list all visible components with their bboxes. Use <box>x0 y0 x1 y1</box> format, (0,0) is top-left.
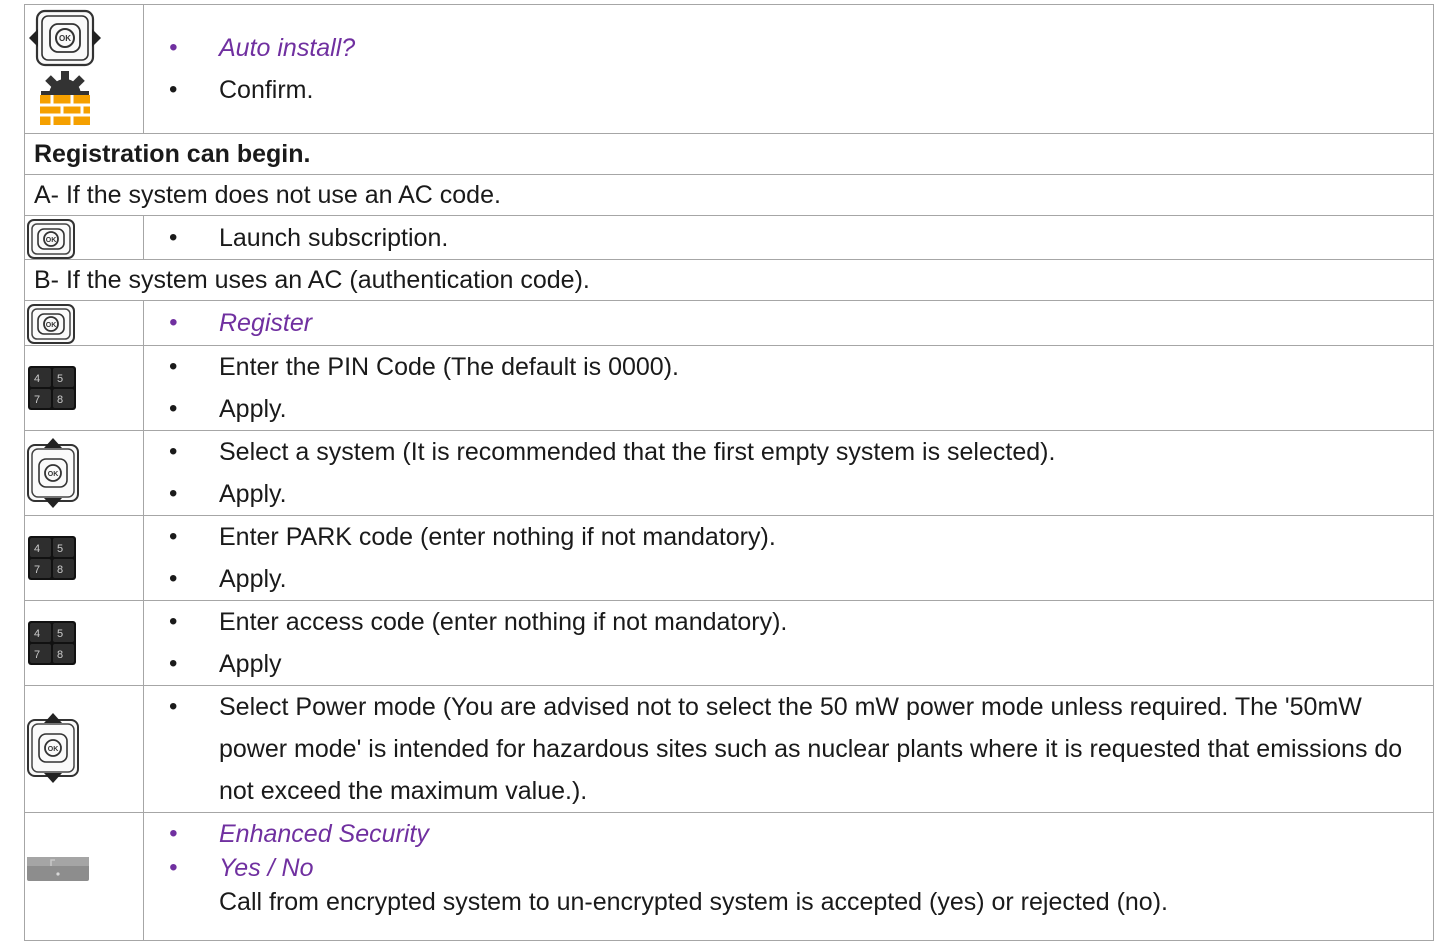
row-access: 4 5 7 8 Enter access code (enter nothing… <box>24 600 1434 686</box>
svg-text:4: 4 <box>34 543 40 555</box>
row-auto-install: OK • Auto install? • Confirm. <box>24 4 1434 134</box>
text-cell: Enter the PIN Code (The default is 0000)… <box>143 345 1434 431</box>
enter-access-step: Enter access code (enter nothing if not … <box>144 601 1433 643</box>
auto-install-option: Auto install? <box>144 27 1433 69</box>
svg-text:OK: OK <box>48 746 59 753</box>
keypad-icon: 4 5 7 8 <box>28 366 76 410</box>
row-select-system: OK Select a system (It is recommended th… <box>24 430 1434 516</box>
select-system-step: Select a system (It is recommended that … <box>144 431 1433 473</box>
svg-text:8: 8 <box>57 394 63 406</box>
apply-step: Apply. <box>144 473 1433 515</box>
apply-step: Apply <box>144 643 1433 685</box>
svg-text:5: 5 <box>57 628 63 640</box>
row-security: Enhanced Security Yes / No Call from enc… <box>24 812 1434 941</box>
ok-left-right-icon: OK <box>29 9 101 125</box>
row-register: OK Register <box>24 300 1434 346</box>
row-power: OK Select Power mode (You are advised no… <box>24 685 1434 813</box>
keypad-icon: 4 5 7 8 <box>28 621 76 665</box>
row-park: 4 5 7 8 Enter PARK code (enter nothing i… <box>24 515 1434 601</box>
svg-text:7: 7 <box>34 649 40 661</box>
security-note: Call from encrypted system to un-encrypt… <box>219 888 1168 916</box>
icon-cell: 4 5 7 8 <box>24 600 144 686</box>
keypad-icon: 4 5 7 8 <box>28 536 76 580</box>
icon-cell: OK <box>24 4 144 134</box>
svg-text:4: 4 <box>34 628 40 640</box>
text-cell: Auto install? Confirm. <box>143 4 1434 134</box>
ok-up-down-icon: OK <box>27 713 79 783</box>
ok-key-icon: OK <box>27 219 75 259</box>
confirm-step: Confirm. <box>144 69 1433 111</box>
case-a-text: A- If the system does not use an AC code… <box>24 174 1434 216</box>
text-cell: Register <box>143 300 1434 346</box>
enhanced-security-option: Enhanced Security <box>144 817 1433 851</box>
icon-cell: OK <box>24 685 144 813</box>
row-launch: OK Launch subscription. <box>24 215 1434 260</box>
registration-begin-heading: Registration can begin. <box>24 133 1434 175</box>
text-cell: Enter access code (enter nothing if not … <box>143 600 1434 686</box>
svg-text:7: 7 <box>34 394 40 406</box>
text-cell: Select a system (It is recommended that … <box>143 430 1434 516</box>
text-cell: Enter PARK code (enter nothing if not ma… <box>143 515 1434 601</box>
svg-text:7: 7 <box>34 564 40 576</box>
svg-text:8: 8 <box>57 564 63 576</box>
enter-pin-step: Enter the PIN Code (The default is 0000)… <box>144 346 1433 388</box>
ok-key-icon: OK <box>27 304 75 344</box>
icon-cell <box>24 812 144 941</box>
launch-subscription-step: Launch subscription. <box>144 217 1433 259</box>
svg-text:4: 4 <box>34 373 40 385</box>
row-case-a: A- If the system does not use an AC code… <box>24 174 1434 216</box>
row-case-b: B- If the system uses an AC (authenticat… <box>24 259 1434 301</box>
svg-text:OK: OK <box>46 322 57 329</box>
ok-up-down-icon: OK <box>27 438 79 508</box>
yes-no-option: Yes / No <box>144 851 1433 885</box>
text-cell: Launch subscription. <box>143 215 1434 260</box>
svg-text:5: 5 <box>57 543 63 555</box>
text-cell: Select Power mode (You are advised not t… <box>143 685 1434 813</box>
select-power-mode-step: Select Power mode (You are advised not t… <box>144 686 1433 812</box>
enter-park-step: Enter PARK code (enter nothing if not ma… <box>144 516 1433 558</box>
instruction-table: OK • Auto install? • Confirm. Registrati… <box>24 4 1434 941</box>
icon-cell: OK <box>24 430 144 516</box>
svg-text:5: 5 <box>57 373 63 385</box>
bullet-list: Auto install? Confirm. <box>144 27 1433 111</box>
case-b-text: B- If the system uses an AC (authenticat… <box>24 259 1434 301</box>
text-cell: Enhanced Security Yes / No Call from enc… <box>143 812 1434 941</box>
register-option: Register <box>144 302 1433 344</box>
apply-step: Apply. <box>144 558 1433 600</box>
row-registration-begin: Registration can begin. <box>24 133 1434 175</box>
icon-cell: OK <box>24 215 144 260</box>
softkey-icon <box>27 857 89 881</box>
icon-cell: OK <box>24 300 144 346</box>
apply-step: Apply. <box>144 388 1433 430</box>
icon-cell: 4 5 7 8 <box>24 345 144 431</box>
row-pin: 4 5 7 8 Enter the PIN Code (The default … <box>24 345 1434 431</box>
icon-cell: 4 5 7 8 <box>24 515 144 601</box>
svg-text:8: 8 <box>57 649 63 661</box>
svg-text:OK: OK <box>59 34 71 43</box>
svg-text:OK: OK <box>46 237 57 244</box>
svg-text:OK: OK <box>48 471 59 478</box>
settings-gear-icon <box>40 71 90 125</box>
